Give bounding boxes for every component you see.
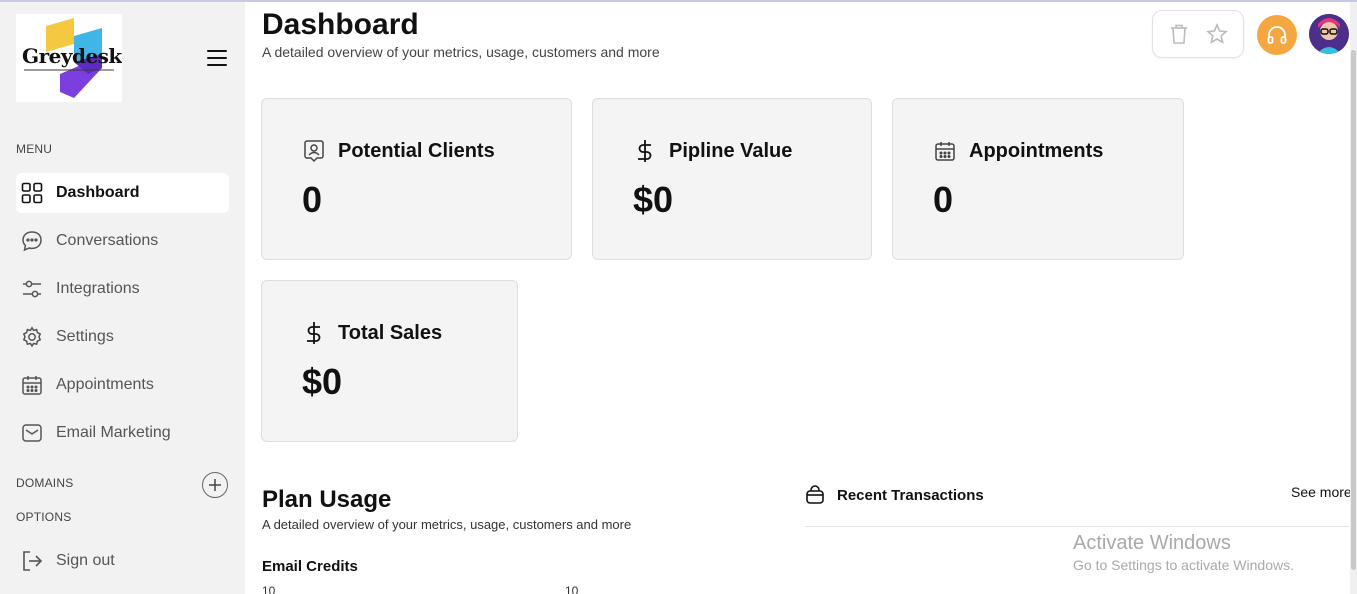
- see-more-link[interactable]: See more: [1291, 484, 1352, 500]
- card-title: Pipline Value: [669, 139, 793, 162]
- email-credits-used: 10: [262, 584, 276, 594]
- avatar-image: [1309, 14, 1349, 54]
- card-pipeline-value: Pipline Value $0: [592, 98, 872, 260]
- sidebar-item-settings[interactable]: Settings: [16, 317, 229, 357]
- trash-button[interactable]: [1166, 21, 1192, 47]
- calendar-icon: [20, 373, 44, 397]
- activate-windows-hint: Go to Settings to activate Windows.: [1073, 557, 1294, 573]
- page-title: Dashboard: [262, 8, 419, 41]
- card-value: 0: [933, 179, 954, 220]
- page-scrollbar-thumb[interactable]: [1351, 50, 1356, 570]
- toolbar: [1152, 10, 1244, 58]
- hamburger-line: [207, 64, 227, 66]
- card-total-sales: Total Sales $0: [261, 280, 518, 442]
- dollar-icon: [633, 139, 657, 163]
- add-domain-button[interactable]: [202, 472, 228, 498]
- headphones-icon: [1267, 26, 1287, 44]
- sidebar-item-conversations[interactable]: Conversations: [16, 221, 229, 261]
- gear-icon: [20, 325, 44, 349]
- card-title: Total Sales: [338, 321, 443, 344]
- bag-icon: [805, 485, 825, 505]
- chat-icon: [20, 229, 44, 253]
- sidebar-item-label: Appointments: [56, 376, 154, 393]
- card-title: Appointments: [969, 139, 1104, 162]
- hamburger-line: [207, 50, 227, 52]
- menu-section-label: MENU: [16, 142, 53, 156]
- dollar-icon: [302, 321, 326, 345]
- sliders-icon: [20, 277, 44, 301]
- card-appointments: Appointments 0: [892, 98, 1184, 260]
- sidebar-item-label: Integrations: [56, 280, 140, 297]
- sidebar-item-email-marketing[interactable]: Email Marketing: [16, 413, 229, 453]
- calendar-icon: [933, 139, 957, 163]
- trash-icon: [1170, 24, 1187, 44]
- recent-transactions-title: Recent Transactions: [837, 486, 984, 504]
- hamburger-line: [207, 57, 227, 59]
- logo-tagline-line: [24, 69, 114, 71]
- email-credits-label: Email Credits: [262, 558, 358, 575]
- email-credits-total: 10: [565, 584, 579, 594]
- plus-icon: [209, 479, 221, 491]
- card-title: Potential Clients: [338, 139, 495, 162]
- domains-section-label: DOMAINS: [16, 476, 74, 490]
- recent-transactions-header: Recent Transactions: [805, 485, 984, 505]
- sidebar: Greydesk MENU Dashboard Conversations In…: [0, 2, 245, 594]
- mail-icon: [20, 421, 44, 445]
- logo-text: Greydesk: [22, 44, 122, 68]
- page-subtitle: A detailed overview of your metrics, usa…: [262, 44, 660, 60]
- star-icon: [1206, 23, 1229, 44]
- sidebar-item-label: Dashboard: [56, 184, 140, 201]
- support-button[interactable]: [1257, 15, 1297, 55]
- options-section-label: OPTIONS: [16, 510, 72, 524]
- sidebar-item-dashboard[interactable]: Dashboard: [16, 173, 229, 213]
- brand-logo[interactable]: Greydesk: [16, 14, 122, 102]
- activate-windows-title: Activate Windows: [1073, 532, 1231, 554]
- sidebar-item-appointments[interactable]: Appointments: [16, 365, 229, 405]
- grid-icon: [20, 181, 44, 205]
- card-value: 0: [302, 179, 323, 220]
- card-potential-clients: Potential Clients 0: [261, 98, 572, 260]
- sidebar-item-integrations[interactable]: Integrations: [16, 269, 229, 309]
- plan-usage-subtitle: A detailed overview of your metrics, usa…: [262, 517, 632, 532]
- user-avatar[interactable]: [1309, 14, 1349, 54]
- transactions-divider: [805, 526, 1350, 527]
- sign-out-button[interactable]: Sign out: [16, 541, 229, 581]
- menu-toggle-button[interactable]: [207, 50, 227, 66]
- card-value: $0: [633, 179, 674, 220]
- sidebar-item-label: Conversations: [56, 232, 159, 249]
- favorite-button[interactable]: [1204, 21, 1230, 47]
- sidebar-item-label: Settings: [56, 328, 114, 345]
- sign-out-label: Sign out: [56, 552, 115, 569]
- sidebar-item-label: Email Marketing: [56, 424, 171, 441]
- plan-usage-title: Plan Usage: [262, 486, 392, 513]
- card-value: $0: [302, 361, 343, 402]
- logout-icon: [20, 549, 44, 573]
- person-badge-icon: [302, 139, 326, 163]
